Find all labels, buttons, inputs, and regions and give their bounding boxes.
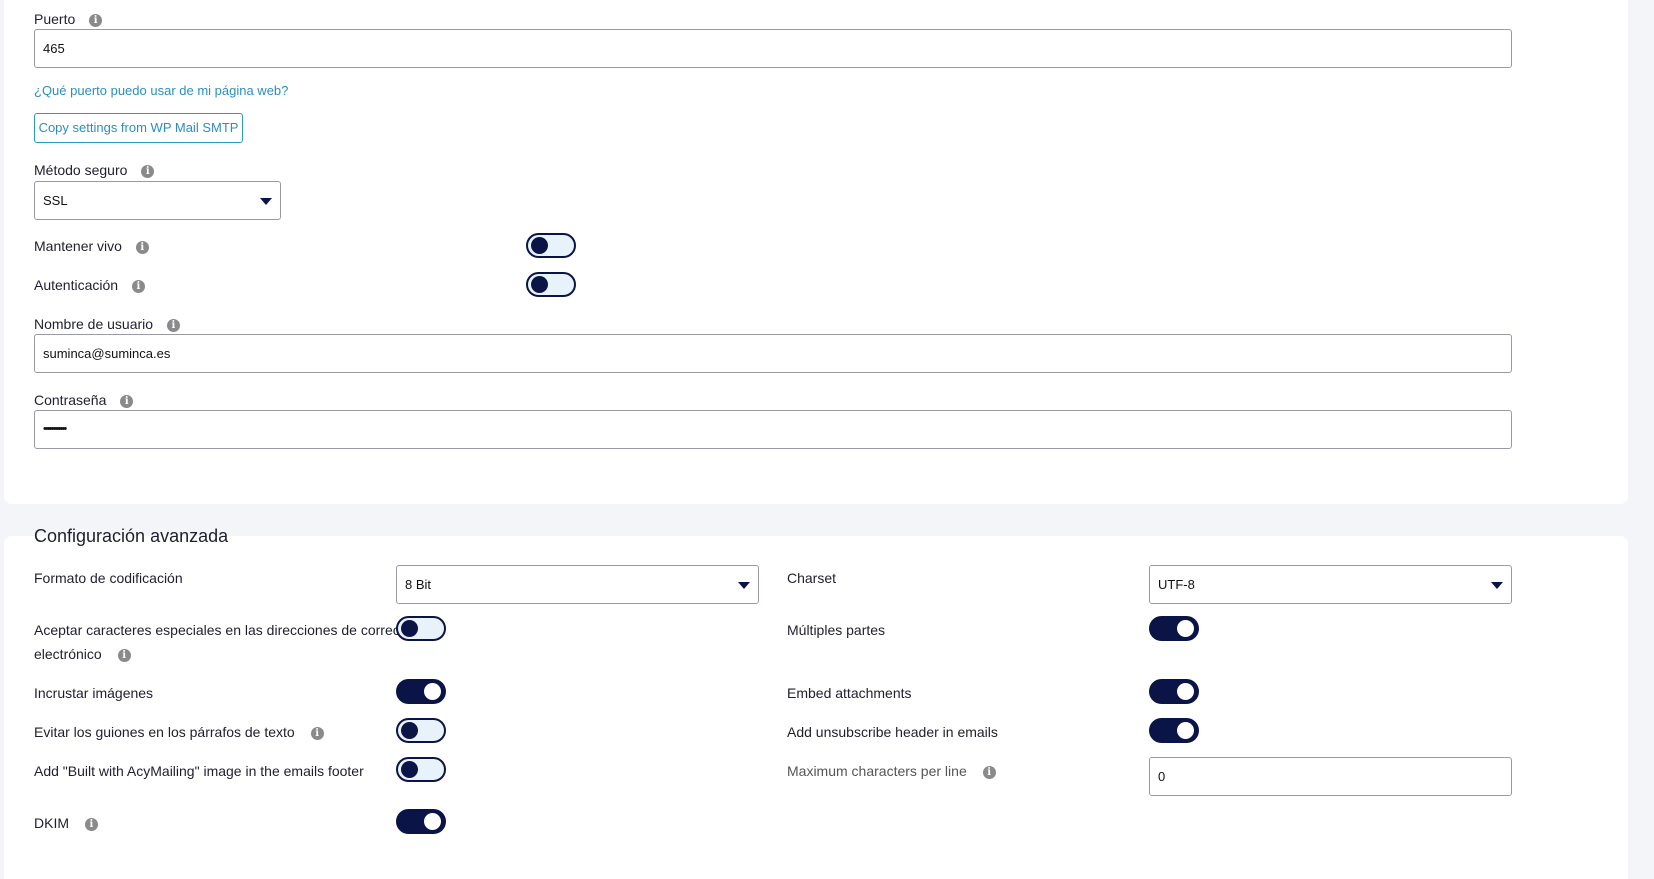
port-input[interactable]: 465 xyxy=(34,29,1512,68)
toggle-knob xyxy=(424,813,441,830)
multipart-toggle[interactable] xyxy=(1149,616,1199,641)
special-chars-toggle[interactable] xyxy=(396,616,446,641)
username-input[interactable]: suminca@suminca.es xyxy=(34,334,1512,373)
password-label-row: Contraseña i xyxy=(34,392,134,408)
keep-alive-label: Mantener vivo xyxy=(34,238,122,254)
advanced-title: Configuración avanzada xyxy=(34,526,229,546)
avoid-hyphens-toggle[interactable] xyxy=(396,718,446,743)
copy-settings-button[interactable]: Copy settings from WP Mail SMTP xyxy=(34,113,243,143)
charset-select[interactable]: UTF-8 xyxy=(1149,565,1512,604)
toggle-knob xyxy=(401,722,418,739)
info-icon[interactable]: i xyxy=(166,318,180,332)
info-icon[interactable]: i xyxy=(131,279,145,293)
multipart-label: Múltiples partes xyxy=(787,622,886,638)
port-label-row: Puerto i xyxy=(34,11,103,27)
password-label: Contraseña xyxy=(34,392,107,408)
keep-alive-toggle[interactable] xyxy=(526,233,576,258)
toggle-knob xyxy=(1177,722,1194,739)
special-chars-label-row2: electrónico i xyxy=(34,646,131,662)
avoid-hyphens-label-row: Evitar los guiones en los párrafos de te… xyxy=(34,724,324,740)
built-with-toggle[interactable] xyxy=(396,757,446,782)
special-chars-label-cont: electrónico xyxy=(34,646,102,662)
secure-method-select[interactable]: SSL xyxy=(34,181,281,220)
toggle-knob xyxy=(401,761,418,778)
keep-alive-label-row: Mantener vivo i xyxy=(34,238,149,254)
dkim-label-row: DKIM i xyxy=(34,815,98,831)
secure-method-label-row: Método seguro i xyxy=(34,162,155,178)
info-icon[interactable]: i xyxy=(135,240,149,254)
embed-images-toggle[interactable] xyxy=(396,679,446,704)
caret-down-icon xyxy=(738,582,750,589)
dkim-label: DKIM xyxy=(34,815,69,831)
embed-attachments-toggle[interactable] xyxy=(1149,679,1199,704)
username-label-row: Nombre de usuario i xyxy=(34,316,180,332)
encoding-select[interactable]: 8 Bit xyxy=(396,565,759,604)
charset-value: UTF-8 xyxy=(1158,577,1195,592)
authentication-label-row: Autenticación i xyxy=(34,277,145,293)
charset-label: Charset xyxy=(787,570,837,586)
password-input[interactable]: •••••••••••• xyxy=(34,410,1512,449)
toggle-knob xyxy=(1177,620,1194,637)
max-chars-label-row: Maximum characters per line i xyxy=(787,763,996,779)
dkim-toggle[interactable] xyxy=(396,809,446,834)
embed-attachments-label: Embed attachments xyxy=(787,685,912,701)
port-label: Puerto xyxy=(34,11,76,27)
special-chars-label: Aceptar caracteres especiales en las dir… xyxy=(34,622,401,638)
info-icon[interactable]: i xyxy=(84,817,98,831)
caret-down-icon xyxy=(1491,582,1503,589)
authentication-label: Autenticación xyxy=(34,277,119,293)
max-chars-label: Maximum characters per line xyxy=(787,763,967,779)
toggle-knob xyxy=(1177,683,1194,700)
info-icon[interactable]: i xyxy=(89,13,103,27)
authentication-toggle[interactable] xyxy=(526,272,576,297)
username-label: Nombre de usuario xyxy=(34,316,154,332)
info-icon[interactable]: i xyxy=(310,726,324,740)
info-icon[interactable]: i xyxy=(141,164,155,178)
secure-method-label: Método seguro xyxy=(34,162,128,178)
toggle-knob xyxy=(531,276,548,293)
toggle-knob xyxy=(424,683,441,700)
max-chars-input[interactable]: 0 xyxy=(1149,757,1512,796)
toggle-knob xyxy=(531,237,548,254)
built-with-label: Add "Built with AcyMailing" image in the… xyxy=(34,763,364,779)
info-icon[interactable]: i xyxy=(120,394,134,408)
encoding-value: 8 Bit xyxy=(405,577,432,592)
caret-down-icon xyxy=(260,198,272,205)
info-icon[interactable]: i xyxy=(117,648,131,662)
avoid-hyphens-label: Evitar los guiones en los párrafos de te… xyxy=(34,724,295,740)
info-icon[interactable]: i xyxy=(982,765,996,779)
port-help-link[interactable]: ¿Qué puerto puedo usar de mi página web? xyxy=(34,83,288,98)
secure-method-value: SSL xyxy=(43,193,68,208)
unsubscribe-header-toggle[interactable] xyxy=(1149,718,1199,743)
embed-images-label: Incrustar imágenes xyxy=(34,685,154,701)
encoding-label: Formato de codificación xyxy=(34,570,183,586)
toggle-knob xyxy=(401,620,418,637)
unsubscribe-header-label: Add unsubscribe header in emails xyxy=(787,724,998,740)
